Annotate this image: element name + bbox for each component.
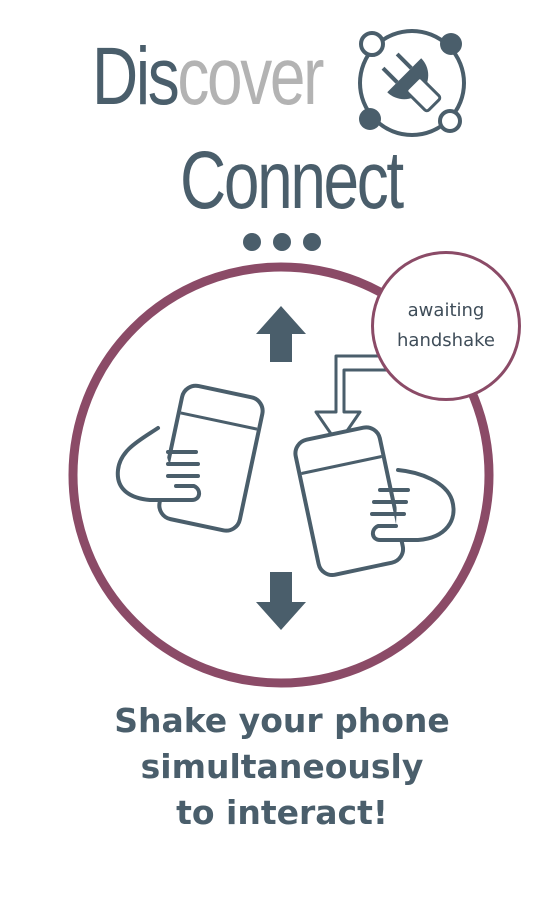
app-title: Discover [92, 36, 324, 118]
status-line-2: handshake [397, 330, 495, 351]
left-hand-phone-icon [115, 383, 265, 533]
title-part-dis: Dis [92, 31, 180, 122]
plug-network-icon [358, 29, 466, 137]
instruction-line-2: simultaneously [140, 747, 424, 786]
app-subtitle: Connect [180, 135, 404, 226]
instruction-line-1: Shake your phone [114, 701, 450, 740]
instructions: Shake your phone simultaneously to inter… [0, 698, 550, 836]
status-badge: awaiting handshake [371, 251, 521, 401]
title-part-cover: cover [177, 31, 324, 122]
arrow-up-icon [256, 306, 306, 362]
instruction-line-3: to interact! [176, 793, 388, 832]
arrow-down-icon [256, 572, 306, 630]
right-hand-phone-icon [293, 425, 456, 578]
status-line-1: awaiting [407, 300, 485, 321]
